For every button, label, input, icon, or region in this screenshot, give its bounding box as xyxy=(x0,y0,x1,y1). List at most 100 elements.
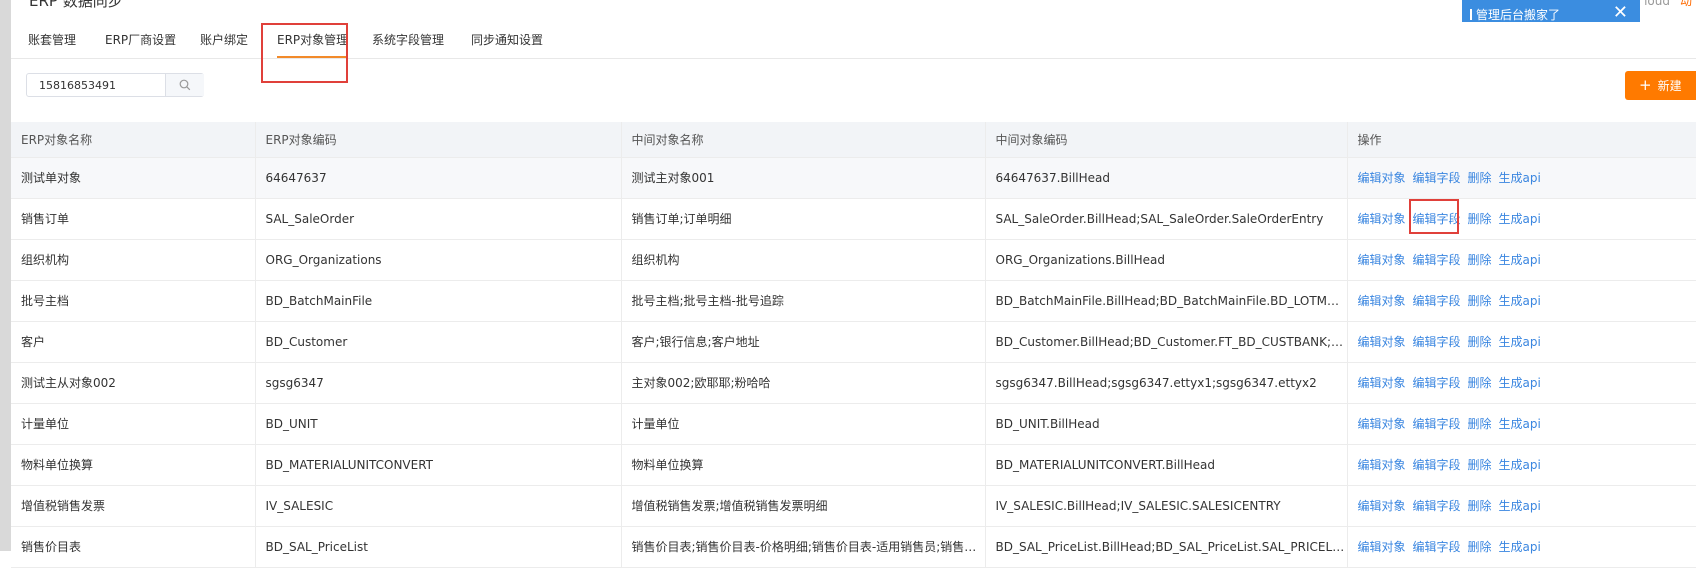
generate-api-link[interactable]: 生成api xyxy=(1499,417,1541,431)
table-cell: 销售价目表;销售价目表-价格明细;销售价目表-适用销售员;销售价目表 xyxy=(621,526,986,568)
top-right-label: loud xyxy=(1644,0,1670,8)
table-cell: BD_UNIT xyxy=(255,403,622,445)
table-row: 测试单对象 64647637 测试主对象001 64647637.BillHead 编辑… xyxy=(11,157,1696,199)
edit-fields-link[interactable]: 编辑字段 xyxy=(1413,417,1461,431)
tab-system-field-management[interactable]: 系统字段管理 xyxy=(372,22,444,58)
delete-link[interactable]: 删除 xyxy=(1468,171,1492,185)
edit-object-link[interactable]: 编辑对象 xyxy=(1358,253,1406,267)
new-button[interactable]: + 新建 xyxy=(1625,71,1696,100)
delete-link[interactable]: 删除 xyxy=(1468,417,1492,431)
top-right-warn: 动 xyxy=(1679,0,1692,8)
row-operations: 编辑对象 编辑字段 删除 生成api xyxy=(1347,321,1696,363)
edit-object-link[interactable]: 编辑对象 xyxy=(1358,294,1406,308)
generate-api-link[interactable]: 生成api xyxy=(1499,458,1541,472)
edit-fields-link[interactable]: 编辑字段 xyxy=(1413,540,1461,554)
table-cell: sgsg6347 xyxy=(255,362,622,404)
generate-api-link[interactable]: 生成api xyxy=(1499,335,1541,349)
toast-accent-bar xyxy=(1470,9,1472,20)
edit-fields-link[interactable]: 编辑字段 xyxy=(1413,376,1461,390)
generate-api-link[interactable]: 生成api xyxy=(1499,376,1541,390)
table-cell: SAL_SaleOrder xyxy=(255,198,622,240)
left-scroll-strip xyxy=(0,0,11,551)
table-row: 测试主从对象002 sgsg6347 主对象002;欧耶耶;粉哈哈 sgsg6347.… xyxy=(11,362,1696,404)
row-operations: 编辑对象 编辑字段 删除 生成api xyxy=(1347,198,1696,240)
search-button[interactable] xyxy=(165,74,204,96)
table-row: 组织机构 ORG_Organizations 组织机构 ORG_Organizatio… xyxy=(11,239,1696,281)
delete-link[interactable]: 删除 xyxy=(1468,212,1492,226)
row-operations: 编辑对象 编辑字段 删除 生成api xyxy=(1347,157,1696,199)
edit-fields-link[interactable]: 编辑字段 xyxy=(1413,499,1461,513)
edit-object-link[interactable]: 编辑对象 xyxy=(1358,171,1406,185)
edit-object-link[interactable]: 编辑对象 xyxy=(1358,376,1406,390)
delete-link[interactable]: 删除 xyxy=(1468,294,1492,308)
table-cell: 测试主对象001 xyxy=(621,157,986,199)
generate-api-link[interactable]: 生成api xyxy=(1499,540,1541,554)
table-cell: 物料单位换算 xyxy=(621,444,986,486)
tab-erp-object-management[interactable]: ERP对象管理 xyxy=(277,22,349,58)
top-right-text: loud 动 xyxy=(1644,0,1692,9)
delete-link[interactable]: 删除 xyxy=(1468,376,1492,390)
edit-fields-link[interactable]: 编辑字段 xyxy=(1413,294,1461,308)
erp-object-table: ERP对象名称 ERP对象编码 中间对象名称 中间对象编码 操作 测试单对象 64… xyxy=(11,122,1696,568)
table-cell: 测试主从对象002 xyxy=(11,362,256,404)
table-row: 批号主档 BD_BatchMainFile 批号主档;批号主档-批号追踪 BD_Bat… xyxy=(11,280,1696,322)
table-cell: BD_Customer.BillHead;BD_Customer.FT_BD_C… xyxy=(985,321,1348,363)
table-cell: BD_SAL_PriceList.BillHead;BD_SAL_PriceLi… xyxy=(985,526,1348,568)
generate-api-link[interactable]: 生成api xyxy=(1499,253,1541,267)
search-icon xyxy=(179,79,191,91)
edit-fields-link[interactable]: 编辑字段 xyxy=(1413,335,1461,349)
delete-link[interactable]: 删除 xyxy=(1468,540,1492,554)
edit-object-link[interactable]: 编辑对象 xyxy=(1358,458,1406,472)
tab-erp-vendor-settings[interactable]: ERP厂商设置 xyxy=(105,22,176,58)
table-cell: 客户;银行信息;客户地址 xyxy=(621,321,986,363)
edit-object-link[interactable]: 编辑对象 xyxy=(1358,335,1406,349)
delete-link[interactable]: 删除 xyxy=(1468,458,1492,472)
tab-bar: 账套管理 ERP厂商设置 账户绑定 ERP对象管理 系统字段管理 同步通知设置 xyxy=(11,22,1696,59)
edit-object-link[interactable]: 编辑对象 xyxy=(1358,540,1406,554)
edit-fields-link[interactable]: 编辑字段 xyxy=(1413,171,1461,185)
tab-account-binding[interactable]: 账户绑定 xyxy=(200,22,248,58)
delete-link[interactable]: 删除 xyxy=(1468,253,1492,267)
search-box xyxy=(26,73,204,97)
table-cell: SAL_SaleOrder.BillHead;SAL_SaleOrder.Sal… xyxy=(985,198,1348,240)
table-cell: 销售订单;订单明细 xyxy=(621,198,986,240)
tab-sync-notification-settings[interactable]: 同步通知设置 xyxy=(471,22,543,58)
generate-api-link[interactable]: 生成api xyxy=(1499,212,1541,226)
table-row: 销售价目表 BD_SAL_PriceList 销售价目表;销售价目表-价格明细;销售… xyxy=(11,526,1696,568)
table-cell: IV_SALESIC xyxy=(255,485,622,527)
table-header-row: ERP对象名称 ERP对象编码 中间对象名称 中间对象编码 操作 xyxy=(11,122,1696,158)
search-input[interactable] xyxy=(27,74,165,96)
table-cell: 增值税销售发票 xyxy=(11,485,256,527)
table-cell: 测试单对象 xyxy=(11,157,256,199)
table-cell: 批号主档 xyxy=(11,280,256,322)
delete-link[interactable]: 删除 xyxy=(1468,335,1492,349)
column-header: 中间对象编码 xyxy=(985,122,1348,158)
table-cell: 销售价目表 xyxy=(11,526,256,568)
delete-link[interactable]: 删除 xyxy=(1468,499,1492,513)
column-header: ERP对象名称 xyxy=(11,122,256,158)
row-operations: 编辑对象 编辑字段 删除 生成api xyxy=(1347,280,1696,322)
edit-object-link[interactable]: 编辑对象 xyxy=(1358,417,1406,431)
table-row: 增值税销售发票 IV_SALESIC 增值税销售发票;增值税销售发票明细 IV_SAL… xyxy=(11,485,1696,527)
edit-object-link[interactable]: 编辑对象 xyxy=(1358,499,1406,513)
generate-api-link[interactable]: 生成api xyxy=(1499,171,1541,185)
tab-account-sets[interactable]: 账套管理 xyxy=(28,22,76,58)
table-cell: 主对象002;欧耶耶;粉哈哈 xyxy=(621,362,986,404)
edit-fields-link[interactable]: 编辑字段 xyxy=(1413,458,1461,472)
column-header: 中间对象名称 xyxy=(621,122,986,158)
row-operations: 编辑对象 编辑字段 删除 生成api xyxy=(1347,526,1696,568)
table-cell: 64647637.BillHead xyxy=(985,157,1348,199)
table-cell: 增值税销售发票;增值税销售发票明细 xyxy=(621,485,986,527)
close-icon[interactable]: ✕ xyxy=(1613,2,1628,24)
table-cell: 64647637 xyxy=(255,157,622,199)
edit-fields-link[interactable]: 编辑字段 xyxy=(1413,253,1461,267)
column-header: 操作 xyxy=(1347,122,1696,158)
top-bar: ERP 数据同步 loud 动 xyxy=(11,0,1696,23)
edit-fields-link[interactable]: 编辑字段 xyxy=(1413,212,1461,226)
edit-object-link[interactable]: 编辑对象 xyxy=(1358,212,1406,226)
generate-api-link[interactable]: 生成api xyxy=(1499,499,1541,513)
table-cell: BD_SAL_PriceList xyxy=(255,526,622,568)
table-cell: 计量单位 xyxy=(621,403,986,445)
table-cell: 组织机构 xyxy=(11,239,256,281)
generate-api-link[interactable]: 生成api xyxy=(1499,294,1541,308)
